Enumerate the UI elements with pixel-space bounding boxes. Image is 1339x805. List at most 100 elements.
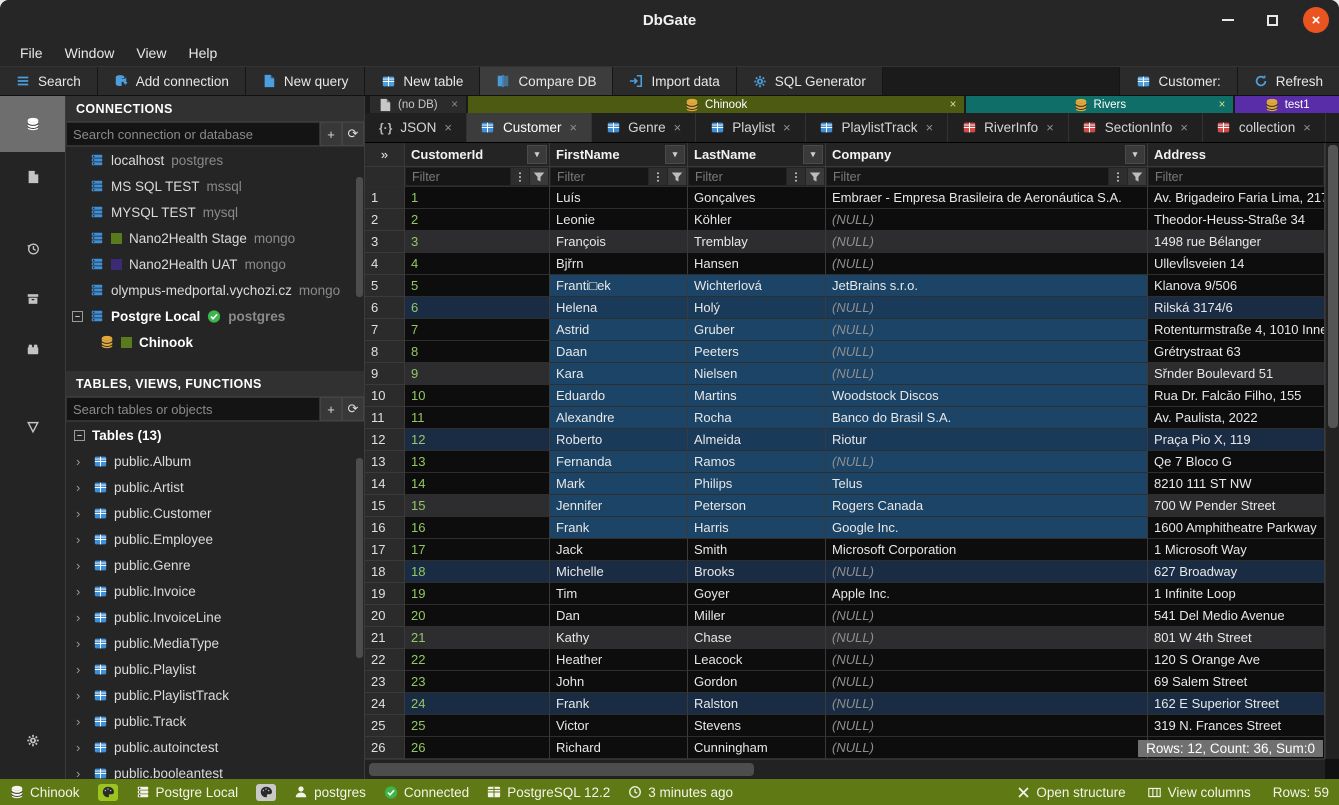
column-header-firstname[interactable]: FirstName▾ <box>550 143 688 167</box>
filter-menu-button[interactable] <box>511 168 529 185</box>
tab-customer[interactable]: Customer× <box>467 113 592 142</box>
rail-item-settings[interactable] <box>0 715 65 765</box>
cell-company[interactable]: Riotur <box>826 429 1148 451</box>
close-icon[interactable]: × <box>1046 120 1054 135</box>
filter-funnel-button[interactable] <box>1128 168 1146 185</box>
cell-lastname[interactable]: Ralston <box>688 693 826 715</box>
cell-company[interactable]: (NULL) <box>826 627 1148 649</box>
tab-json[interactable]: {·}JSON× <box>365 113 467 142</box>
close-icon[interactable]: × <box>1219 99 1226 111</box>
cell-lastname[interactable]: Wichterlová <box>688 275 826 297</box>
cell-firstname[interactable]: François <box>550 231 688 253</box>
connection-item[interactable]: olympus-medportal.vychozi.czmongo <box>66 277 364 303</box>
tables-search-input[interactable]: Search tables or objects <box>66 397 320 421</box>
cell-firstname[interactable]: Dan <box>550 605 688 627</box>
cell-lastname[interactable]: Leacock <box>688 649 826 671</box>
cell-company[interactable]: (NULL) <box>826 341 1148 363</box>
cell-customerid[interactable]: 14 <box>405 473 550 495</box>
toolbar-button-new-table[interactable]: New table <box>365 67 480 95</box>
cell-lastname[interactable]: Rocha <box>688 407 826 429</box>
cell-firstname[interactable]: Astrid <box>550 319 688 341</box>
cell-lastname[interactable]: Gruber <box>688 319 826 341</box>
cell-firstname[interactable]: Mark <box>550 473 688 495</box>
cell-firstname[interactable]: Franti□ek <box>550 275 688 297</box>
collapse-icon[interactable]: – <box>74 430 85 441</box>
cell-customerid[interactable]: 24 <box>405 693 550 715</box>
toolbar-button-search[interactable]: Search <box>0 67 98 95</box>
cell-company[interactable]: (NULL) <box>826 605 1148 627</box>
table-item[interactable]: ›public.Album <box>66 448 364 474</box>
connection-item[interactable]: MYSQL TESTmysql <box>66 199 364 225</box>
cell-company[interactable]: (NULL) <box>826 451 1148 473</box>
cell-address[interactable]: 541 Del Medio Avenue <box>1148 605 1325 627</box>
cell-address[interactable]: Sřnder Boulevard 51 <box>1148 363 1325 385</box>
cell-lastname[interactable]: Chase <box>688 627 826 649</box>
cell-firstname[interactable]: Fernanda <box>550 451 688 473</box>
row-number[interactable]: 1 <box>365 187 405 209</box>
chevron-right-icon[interactable]: › <box>76 480 86 495</box>
cell-firstname[interactable]: Helena <box>550 297 688 319</box>
connection-item[interactable]: localhostpostgres <box>66 147 364 173</box>
cell-address[interactable]: 69 Salem Street <box>1148 671 1325 693</box>
cell-lastname[interactable]: Harris <box>688 517 826 539</box>
cell-customerid[interactable]: 16 <box>405 517 550 539</box>
row-number[interactable]: 10 <box>365 385 405 407</box>
cell-address[interactable]: 1498 rue Bélanger <box>1148 231 1325 253</box>
chevron-right-icon[interactable]: › <box>76 714 86 729</box>
status-connected[interactable]: Connected <box>384 785 469 800</box>
tables-scrollbar[interactable] <box>356 458 363 658</box>
cell-customerid[interactable]: 6 <box>405 297 550 319</box>
cell-customerid[interactable]: 1 <box>405 187 550 209</box>
column-menu-button[interactable]: ▾ <box>1125 145 1145 164</box>
filter-input[interactable]: Filter <box>406 168 510 185</box>
cell-firstname[interactable]: Frank <box>550 517 688 539</box>
chevron-right-icon[interactable]: › <box>76 506 86 521</box>
filter-input[interactable]: Filter <box>827 168 1108 185</box>
cell-company[interactable]: JetBrains s.r.o. <box>826 275 1148 297</box>
chevron-right-icon[interactable]: › <box>76 740 86 755</box>
cell-company[interactable]: (NULL) <box>826 319 1148 341</box>
cell-lastname[interactable]: Brooks <box>688 561 826 583</box>
cell-firstname[interactable]: Kathy <box>550 627 688 649</box>
row-number[interactable]: 9 <box>365 363 405 385</box>
cell-company[interactable]: (NULL) <box>826 693 1148 715</box>
cell-firstname[interactable]: Heather <box>550 649 688 671</box>
rail-item-cell-data[interactable] <box>0 402 65 452</box>
cell-company[interactable]: (NULL) <box>826 253 1148 275</box>
row-number[interactable]: 16 <box>365 517 405 539</box>
cell-firstname[interactable]: Kara <box>550 363 688 385</box>
close-button[interactable]: × <box>1303 7 1329 33</box>
row-number[interactable]: 4 <box>365 253 405 275</box>
chevron-right-icon[interactable]: › <box>76 584 86 599</box>
column-menu-button[interactable]: ▾ <box>527 145 547 164</box>
connection-item[interactable]: –Postgre Localpostgres <box>66 303 364 329</box>
row-number[interactable]: 21 <box>365 627 405 649</box>
cell-address[interactable]: 1 Microsoft Way <box>1148 539 1325 561</box>
cell-customerid[interactable]: 9 <box>405 363 550 385</box>
cell-address[interactable]: Grétrystraat 63 <box>1148 341 1325 363</box>
cell-customerid[interactable]: 10 <box>405 385 550 407</box>
cell-address[interactable]: Rotenturmstraße 4, 1010 Innere Stadt <box>1148 319 1325 341</box>
column-header-customerid[interactable]: CustomerId▾ <box>405 143 550 167</box>
minimize-button[interactable] <box>1215 7 1241 33</box>
cell-customerid[interactable]: 3 <box>405 231 550 253</box>
cell-customerid[interactable]: 2 <box>405 209 550 231</box>
cell-address[interactable]: Rua Dr. Falcăo Filho, 155 <box>1148 385 1325 407</box>
cell-address[interactable]: 1 Infinite Loop <box>1148 583 1325 605</box>
cell-company[interactable]: Embraer - Empresa Brasileira de Aeronáut… <box>826 187 1148 209</box>
cell-lastname[interactable]: Peterson <box>688 495 826 517</box>
cell-customerid[interactable]: 5 <box>405 275 550 297</box>
cell-firstname[interactable]: Daan <box>550 341 688 363</box>
cell-address[interactable]: 700 W Pender Street <box>1148 495 1325 517</box>
connection-item[interactable]: MS SQL TESTmssql <box>66 173 364 199</box>
grid-corner-button[interactable]: » <box>365 143 405 167</box>
column-header-lastname[interactable]: LastName▾ <box>688 143 826 167</box>
toolbar-button-customer[interactable]: Customer: <box>1119 67 1236 95</box>
connections-scrollbar[interactable] <box>356 177 363 297</box>
toolbar-button-refresh[interactable]: Refresh <box>1237 67 1339 95</box>
database-group-rivers[interactable]: Rivers× <box>966 96 1233 113</box>
rail-item-history[interactable] <box>0 224 65 274</box>
cell-firstname[interactable]: Alexandre <box>550 407 688 429</box>
filter-input[interactable]: Filter <box>689 168 786 185</box>
row-number[interactable]: 8 <box>365 341 405 363</box>
